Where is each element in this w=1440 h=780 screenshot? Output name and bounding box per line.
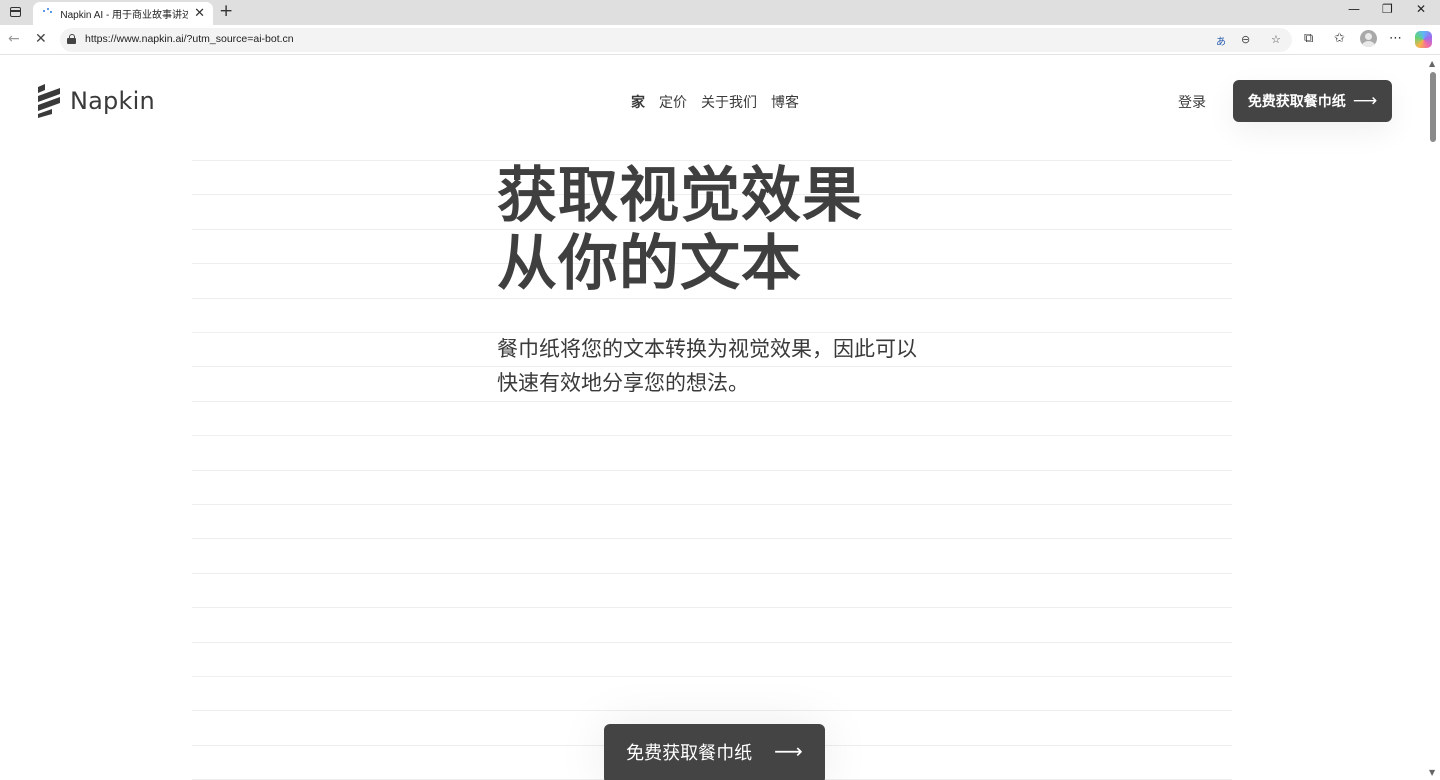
rule-line [192,538,1232,540]
copilot-icon[interactable] [1415,31,1432,48]
rule-line [192,572,1232,574]
arrow-right-icon: ⟶ [1352,91,1378,111]
main-nav: 家 定价 关于我们 博客 [631,92,799,112]
stop-loading-icon[interactable]: ✕ [35,31,47,47]
tab-close-icon[interactable]: ✕ [194,7,205,20]
translate-icon[interactable]: あ [1216,33,1226,48]
nav-blog[interactable]: 博客 [771,92,799,112]
scrollbar-thumb[interactable] [1430,72,1436,142]
rule-line [192,504,1232,505]
reader-icon[interactable]: ⊖ [1241,33,1250,46]
scroll-down-icon[interactable]: ▼ [1429,768,1435,777]
hero-title-line-1: 获取视觉效果 [497,161,863,231]
cta-label: 免费获取餐巾纸 [1247,94,1346,110]
page-scrollbar[interactable]: ▲ ▼ [1426,56,1440,780]
nav-home[interactable]: 家 [631,92,645,112]
napkin-logo[interactable]: Napkin [36,84,155,118]
browser-tab[interactable]: Napkin AI - 用于商业故事讲述的 ✕ [33,2,213,25]
favorite-star-icon[interactable]: ☆ [1271,33,1281,46]
arrow-right-icon: ⟶ [774,739,803,763]
nav-pricing[interactable]: 定价 [659,92,687,112]
rule-line [192,435,1232,437]
loading-spinner-icon [41,7,52,20]
napkin-logo-icon [38,84,60,118]
hero-cta-label: 免费获取餐巾纸 [626,743,753,764]
hero-title-line-2: 从你的文本 [497,229,802,299]
nav-about[interactable]: 关于我们 [701,92,757,112]
rule-line [192,400,1232,402]
url-text[interactable]: https://www.napkin.ai/?utm_source=ai-bot… [85,33,294,45]
favorites-icon[interactable]: ✩ [1334,31,1345,46]
minimize-button[interactable]: — [1348,2,1360,16]
hero-subtitle: 餐巾纸将您的文本转换为视觉效果，因此可以快速有效地分享您的想法。 [497,337,917,395]
get-napkin-free-button[interactable]: 免费获取餐巾纸 ⟶ [1233,80,1392,122]
hero-title: 获取视觉效果 从你的文本 [497,162,863,298]
logo-text: Napkin [70,87,155,115]
tab-strip: Napkin AI - 用于商业故事讲述的 ✕ + — ❐ ✕ [0,0,1440,25]
avatar[interactable] [1360,30,1377,47]
login-link[interactable]: 登录 [1178,92,1206,112]
restore-button[interactable]: ❐ [1382,2,1393,16]
back-icon[interactable]: ← [8,31,20,47]
address-bar-row: ← ✕ https://www.napkin.ai/?utm_source=ai… [0,25,1440,55]
extensions-icon[interactable]: ⧉ [1304,31,1313,46]
scroll-up-icon[interactable]: ▲ [1429,59,1435,68]
rule-line [192,641,1232,643]
close-window-button[interactable]: ✕ [1416,2,1426,16]
rule-line [192,469,1232,471]
lock-icon[interactable] [67,34,76,44]
rule-line [192,607,1232,609]
web-page: Napkin 家 定价 关于我们 博客 登录 免费获取餐巾纸 ⟶ 获取视觉效果 … [0,56,1426,780]
new-tab-button[interactable]: + [219,3,233,20]
rule-line [192,710,1232,712]
url-field[interactable]: https://www.napkin.ai/?utm_source=ai-bot… [60,28,1292,52]
more-icon[interactable]: ⋯ [1389,31,1402,46]
sidebar-toggle-icon[interactable] [6,4,24,20]
tab-title: Napkin AI - 用于商业故事讲述的 [60,10,189,21]
hero-cta-button[interactable]: 免费获取餐巾纸 ⟶ [604,724,825,780]
rule-line [192,676,1232,677]
